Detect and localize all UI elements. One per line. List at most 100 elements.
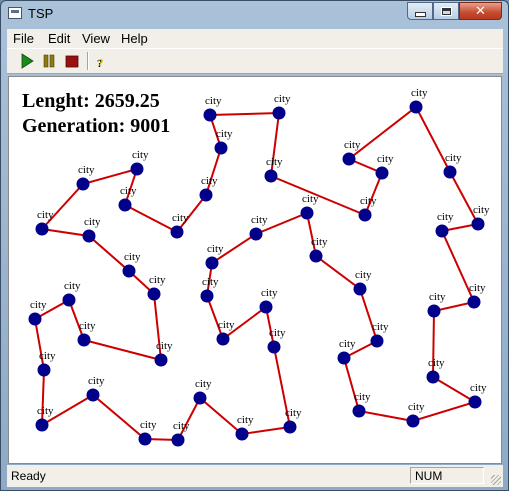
menu-bar: File Edit View Help xyxy=(7,29,503,48)
city-label: city xyxy=(429,291,446,303)
city-label: city xyxy=(285,407,302,419)
city-label: city xyxy=(37,405,54,417)
city-marker xyxy=(300,206,314,220)
city-marker xyxy=(138,432,152,446)
city-label: city xyxy=(360,195,377,207)
window-controls: ✕ xyxy=(407,2,502,20)
city-label: city xyxy=(124,251,141,263)
city-label: city xyxy=(261,287,278,299)
city-marker xyxy=(352,404,366,418)
city-marker xyxy=(170,225,184,239)
city-label: city xyxy=(195,378,212,390)
city-marker xyxy=(199,188,213,202)
city-marker xyxy=(375,166,389,180)
menu-help[interactable]: Help xyxy=(121,31,148,46)
route-path xyxy=(33,105,480,442)
menu-file[interactable]: File xyxy=(13,31,34,46)
tsp-canvas[interactable]: city city city city city city city city city city… xyxy=(8,76,502,464)
city-marker xyxy=(171,433,185,447)
city-label: city xyxy=(428,357,445,369)
stop-icon[interactable] xyxy=(64,53,80,69)
city-label: city xyxy=(354,391,371,403)
city-label: city xyxy=(216,128,233,140)
city-marker xyxy=(370,334,384,348)
city-marker xyxy=(264,169,278,183)
city-label: city xyxy=(377,153,394,165)
city-label: city xyxy=(355,269,372,281)
menu-view[interactable]: View xyxy=(82,31,110,46)
city-marker xyxy=(337,351,351,365)
city-marker xyxy=(468,395,482,409)
close-icon: ✕ xyxy=(475,3,486,19)
city-label: city xyxy=(64,280,81,292)
toolbar-separator xyxy=(87,52,89,70)
status-num-panel: NUM xyxy=(410,467,484,484)
city-marker xyxy=(193,391,207,405)
close-button[interactable]: ✕ xyxy=(459,2,502,20)
resize-grip[interactable] xyxy=(491,475,501,485)
city-label: city xyxy=(237,414,254,426)
city-label: city xyxy=(251,214,268,226)
length-readout: Lenght: 2659.25 xyxy=(22,90,160,112)
city-marker xyxy=(283,420,297,434)
city-marker xyxy=(203,108,217,122)
city-marker xyxy=(62,293,76,307)
city-marker xyxy=(86,388,100,402)
status-ready: Ready xyxy=(11,469,46,483)
city-label: city xyxy=(173,420,190,432)
generation-readout: Generation: 9001 xyxy=(22,115,171,137)
city-marker xyxy=(358,208,372,222)
city-marker xyxy=(130,162,144,176)
menu-edit[interactable]: Edit xyxy=(48,31,70,46)
city-marker xyxy=(426,370,440,384)
city-label: city xyxy=(201,175,218,187)
city-marker xyxy=(205,256,219,270)
city-label: city xyxy=(120,185,137,197)
city-marker xyxy=(259,300,273,314)
title-bar[interactable]: TSP ✕ xyxy=(1,1,508,29)
pause-icon[interactable] xyxy=(41,53,57,69)
status-num: NUM xyxy=(415,469,443,483)
city-label: city xyxy=(172,212,189,224)
city-label: city xyxy=(205,95,222,107)
city-label: city xyxy=(445,152,462,164)
minimize-icon xyxy=(414,11,426,17)
city-label: city xyxy=(79,320,96,332)
city-label: city xyxy=(37,209,54,221)
city-label: city xyxy=(39,350,56,362)
city-marker xyxy=(435,224,449,238)
city-marker xyxy=(216,332,230,346)
city-marker xyxy=(353,282,367,296)
city-label: city xyxy=(274,93,291,105)
city-label: city xyxy=(218,319,235,331)
city-label: city xyxy=(132,149,149,161)
city-marker xyxy=(406,414,420,428)
city-marker xyxy=(272,106,286,120)
city-label: city xyxy=(202,276,219,288)
city-label: city xyxy=(84,216,101,228)
city-marker xyxy=(200,289,214,303)
minimize-button[interactable] xyxy=(407,2,433,20)
maximize-button[interactable] xyxy=(433,2,459,20)
city-marker xyxy=(467,295,481,309)
status-bar: Ready NUM xyxy=(7,465,503,487)
city-label: city xyxy=(344,139,361,151)
city-marker xyxy=(471,217,485,231)
app-icon xyxy=(8,7,22,19)
city-marker xyxy=(147,287,161,301)
app-window: TSP ✕ File Edit View Help ?? city city cit… xyxy=(0,0,509,491)
city-marker xyxy=(35,222,49,236)
city-marker xyxy=(76,177,90,191)
city-label: city xyxy=(149,274,166,286)
city-label: city xyxy=(339,338,356,350)
toolbar: ?? xyxy=(7,48,503,74)
help-icon[interactable]: ?? xyxy=(94,53,110,69)
city-label: city xyxy=(207,243,224,255)
city-label: city xyxy=(470,382,487,394)
play-icon[interactable] xyxy=(19,53,35,69)
stats-panel: Lenght: 2659.25 Generation: 9001 xyxy=(22,89,170,139)
city-marker xyxy=(82,229,96,243)
svg-text:?: ? xyxy=(98,57,104,69)
city-marker xyxy=(77,333,91,347)
city-label: city xyxy=(266,156,283,168)
